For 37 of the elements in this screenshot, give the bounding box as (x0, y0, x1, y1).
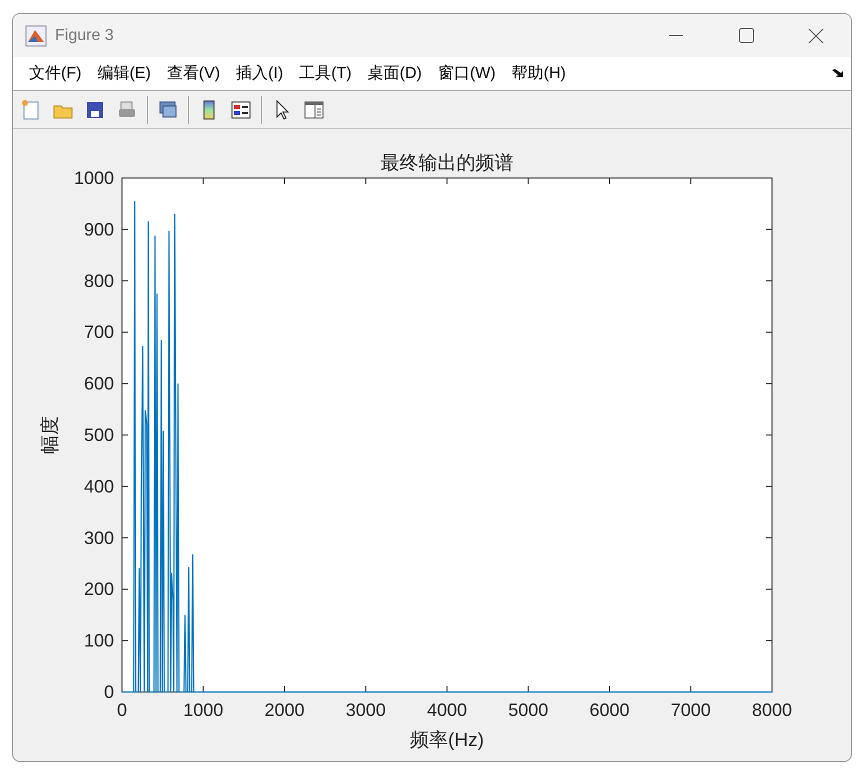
menu-item[interactable]: 插入(I) (228, 60, 292, 88)
x-tick-label: 1000 (183, 700, 224, 720)
dock-arrow-icon[interactable] (831, 68, 843, 78)
x-tick-label: 0 (117, 700, 127, 720)
x-tick-label: 8000 (752, 700, 792, 720)
menu-item[interactable]: 编辑(E) (89, 60, 159, 88)
x-tick-label: 5000 (508, 700, 548, 720)
minimize-icon (669, 34, 683, 36)
y-tick-label: 0 (104, 682, 114, 702)
menu-item[interactable]: 帮助(H) (504, 60, 574, 88)
y-axis-label: 幅度 (40, 416, 61, 454)
menu-item[interactable]: 工具(T) (291, 60, 360, 88)
x-tick-label: 3000 (346, 700, 386, 720)
menu-item[interactable]: 查看(V) (158, 60, 228, 88)
y-tick-label: 600 (84, 374, 114, 394)
window-title: Figure 3 (55, 26, 114, 46)
y-tick-label: 1000 (74, 168, 114, 188)
y-tick-label: 200 (84, 579, 114, 600)
chart-title: 最终输出的频谱 (380, 152, 514, 174)
y-tick-label: 300 (84, 528, 114, 548)
x-tick-label: 6000 (589, 700, 630, 720)
y-tick-label: 700 (84, 322, 114, 342)
maximize-icon (738, 28, 754, 43)
y-tick-label: 500 (84, 425, 114, 445)
x-axis-label: 频率(Hz) (410, 730, 484, 751)
menu-item[interactable]: 窗口(W) (430, 60, 504, 88)
close-icon (808, 28, 824, 44)
y-tick-label: 900 (84, 219, 114, 240)
menu-item[interactable]: 桌面(D) (360, 60, 430, 88)
y-tick-label: 100 (84, 630, 114, 651)
app-logo-icon (25, 24, 47, 46)
x-tick-label: 2000 (264, 700, 305, 720)
menu-item[interactable]: 文件(F) (21, 60, 90, 88)
y-tick-label: 400 (84, 476, 114, 496)
y-tick-label: 800 (84, 270, 114, 291)
x-tick-label: 7000 (670, 700, 711, 720)
x-tick-label: 4000 (426, 700, 468, 720)
